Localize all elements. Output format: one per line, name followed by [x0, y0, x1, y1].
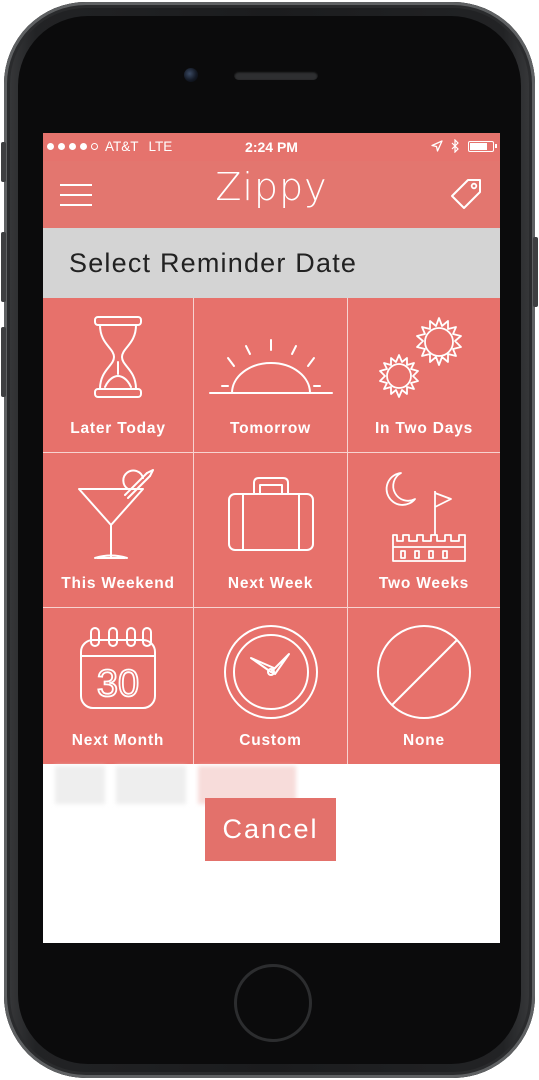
option-in-two-days[interactable]: In Two Days — [348, 298, 500, 453]
front-camera — [184, 68, 198, 82]
option-label: In Two Days — [374, 420, 474, 437]
option-label: Later Today — [70, 420, 166, 437]
clock-icon — [223, 625, 318, 719]
cancel-button[interactable]: Cancel — [205, 798, 336, 861]
none-icon — [377, 625, 471, 719]
option-next-week[interactable]: Next Week — [194, 453, 348, 608]
suitcase-icon — [227, 477, 314, 551]
option-two-weeks[interactable]: Two Weeks — [348, 453, 500, 608]
option-label: Tomorrow — [229, 420, 312, 437]
background-blur — [55, 766, 105, 804]
tag-icon[interactable] — [447, 175, 485, 213]
nav-bar: Zippy — [43, 161, 500, 228]
reminder-options-grid: Later Today Tomorrow In Two Days This We… — [43, 298, 500, 764]
volume-down-button — [1, 327, 6, 397]
home-button[interactable] — [234, 964, 312, 1042]
mute-switch — [1, 142, 6, 182]
background-blur — [116, 766, 186, 804]
page-title: Select Reminder Date — [43, 228, 500, 298]
location-arrow-icon — [431, 140, 443, 152]
option-label: Two Weeks — [378, 575, 470, 592]
battery-icon — [468, 140, 497, 152]
two-suns-icon — [379, 317, 462, 398]
power-button — [533, 237, 538, 307]
earpiece-speaker — [234, 71, 318, 80]
option-label: Next Week — [227, 575, 314, 592]
option-tomorrow[interactable]: Tomorrow — [194, 298, 348, 453]
status-bar: AT&T LTE 2:24 PM — [43, 133, 500, 161]
sunrise-icon — [208, 339, 333, 394]
calendar-icon: 30 — [80, 627, 156, 709]
app-screen: AT&T LTE 2:24 PM Zippy Select Reminder D… — [43, 133, 500, 943]
hourglass-icon — [94, 316, 142, 398]
bluetooth-icon — [451, 139, 459, 153]
option-label: Next Month — [71, 732, 165, 749]
option-this-weekend[interactable]: This Weekend — [43, 453, 194, 608]
castle-moon-icon — [385, 472, 466, 562]
option-custom[interactable]: Custom — [194, 608, 348, 764]
option-label: Custom — [239, 732, 302, 749]
status-icons — [431, 139, 497, 153]
volume-up-button — [1, 232, 6, 302]
option-none[interactable]: None — [348, 608, 500, 764]
cocktail-icon — [78, 469, 154, 559]
option-next-month[interactable]: 30 Next Month — [43, 608, 194, 764]
option-label: None — [403, 732, 445, 749]
option-later-today[interactable]: Later Today — [43, 298, 194, 453]
option-label: This Weekend — [61, 575, 175, 592]
app-title: Zippy — [215, 165, 328, 209]
calendar-number: 30 — [97, 663, 139, 705]
